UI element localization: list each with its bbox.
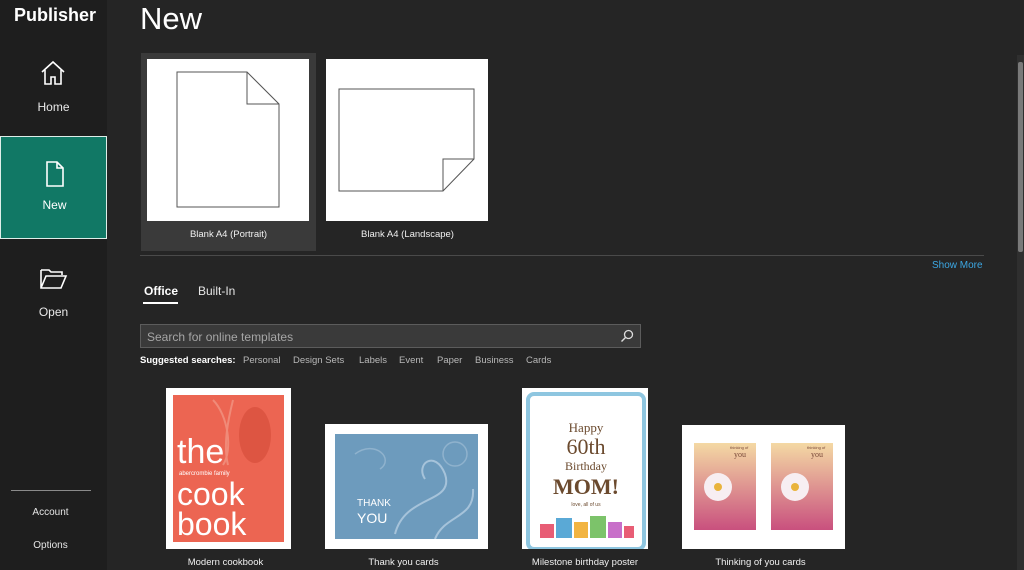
new-document-icon — [46, 161, 64, 187]
blank-landscape-template[interactable]: Blank A4 (Landscape) — [320, 53, 495, 251]
cookbook-title-book: book — [177, 506, 247, 542]
page-title: New — [140, 1, 203, 36]
you-text-left: you — [734, 450, 746, 459]
nav-new-label: New — [42, 198, 67, 212]
poster-birthday: Birthday — [565, 459, 607, 473]
suggested-searches-label: Suggested searches: — [140, 355, 236, 366]
template-label: Thinking of you cards — [715, 557, 806, 568]
tab-office[interactable]: Office — [144, 284, 178, 298]
folder-open-icon — [40, 269, 68, 289]
app-title: Publisher — [14, 5, 97, 25]
blank-landscape-label: Blank A4 (Landscape) — [361, 229, 454, 240]
suggested-design-sets[interactable]: Design Sets — [293, 355, 344, 366]
search-icon[interactable] — [620, 329, 634, 343]
sidebar: Publisher Home New Open Account Options — [0, 0, 107, 570]
suggested-searches: Suggested searches: Personal Design Sets… — [140, 355, 551, 367]
nav-home-label: Home — [37, 100, 70, 114]
suggested-personal[interactable]: Personal — [243, 355, 281, 366]
thank-you-thumbnail: THANK YOU — [325, 424, 488, 549]
blank-portrait-thumbnail — [147, 59, 309, 221]
template-search — [140, 324, 641, 348]
flower-cards-graphic — [694, 443, 833, 530]
suggested-paper[interactable]: Paper — [437, 355, 462, 366]
suggested-labels[interactable]: Labels — [359, 355, 387, 366]
blank-portrait-label: Blank A4 (Portrait) — [189, 229, 268, 240]
you-text-right: you — [811, 450, 823, 459]
options-link[interactable]: Options — [0, 540, 101, 551]
home-icon — [41, 60, 65, 85]
scrollbar-thumb[interactable] — [1018, 62, 1023, 252]
cookbook-cover: the abercrombie family cook book — [173, 395, 284, 542]
nav-home[interactable]: Home — [0, 36, 107, 136]
search-input[interactable] — [145, 328, 619, 346]
section-divider — [140, 255, 984, 256]
nav-new[interactable]: New — [0, 136, 107, 239]
blank-portrait-template[interactable]: Blank A4 (Portrait) — [141, 53, 316, 251]
cookbook-thumbnail: the abercrombie family cook book — [166, 388, 291, 549]
thank-you-card-face: THANK YOU — [335, 434, 478, 539]
thank-text: THANK — [357, 498, 391, 509]
template-label: Milestone birthday poster — [531, 557, 639, 568]
portrait-page-icon — [176, 71, 280, 208]
blank-landscape-thumbnail — [326, 59, 488, 221]
cookbook-title-cook: cook — [177, 476, 245, 512]
show-more-link[interactable]: Show More — [932, 260, 983, 271]
nav-open-label: Open — [38, 305, 69, 319]
poster-60th: 60th — [566, 434, 606, 459]
birthday-poster-thumbnail: Happy 60th Birthday MOM! love, all of us — [522, 388, 648, 549]
account-link[interactable]: Account — [0, 507, 101, 518]
thinking-of-you-thumbnail: thinking of you thinking of you — [682, 425, 845, 549]
poster-signature: love, all of us — [571, 502, 601, 508]
suggested-event[interactable]: Event — [399, 355, 423, 366]
template-label: Modern cookbook — [187, 557, 264, 568]
template-label: Thank you cards — [368, 557, 439, 568]
tab-office-underline — [143, 302, 178, 304]
suggested-business[interactable]: Business — [475, 355, 514, 366]
poster-mom: MOM! — [553, 474, 619, 499]
you-text: YOU — [357, 510, 388, 526]
sidebar-divider — [11, 490, 91, 491]
suggested-cards[interactable]: Cards — [526, 355, 551, 366]
poster-frame: Happy 60th Birthday MOM! love, all of us — [526, 392, 646, 549]
tab-built-in[interactable]: Built-In — [198, 284, 235, 298]
presents-graphic — [540, 516, 634, 538]
cookbook-title-the: the — [177, 433, 225, 471]
landscape-page-icon — [338, 88, 475, 192]
nav-open[interactable]: Open — [0, 241, 107, 344]
